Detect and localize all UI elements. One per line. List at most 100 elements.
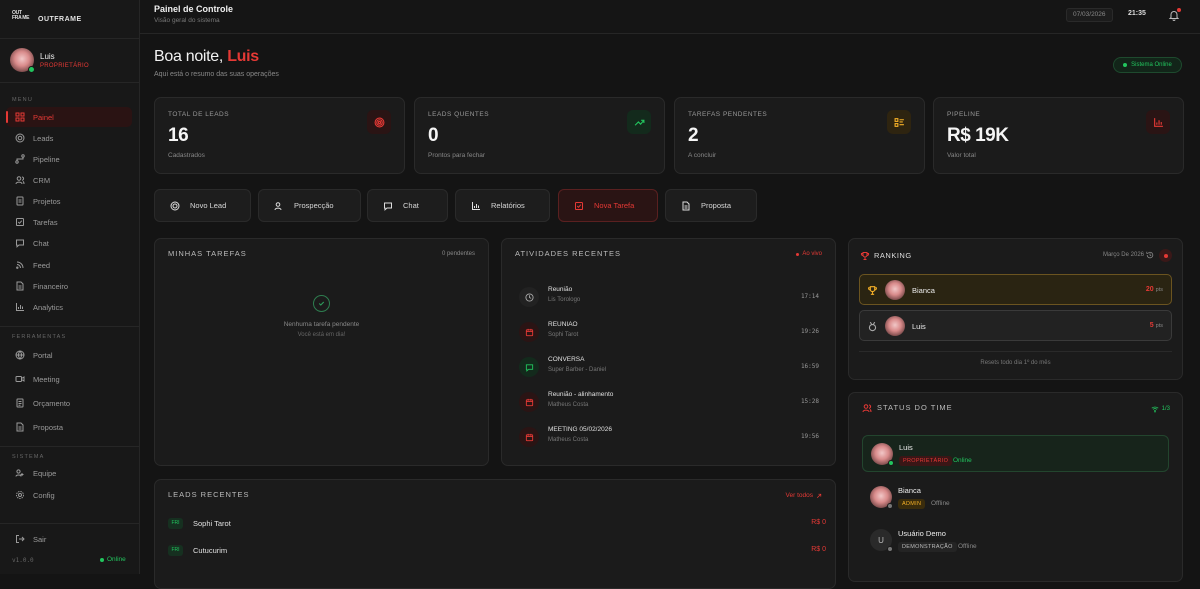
quick-action-proposal[interactable]: Proposta [665, 189, 757, 222]
date-display: 07/03/2026 [1066, 8, 1113, 22]
ranking-action-button[interactable] [1159, 249, 1172, 262]
ranking-panel: RANKING Março De 2026 Bianca 20 pts Luis… [848, 238, 1183, 380]
view-all-link[interactable]: Ver todos [786, 492, 822, 499]
check-circle-icon [313, 295, 330, 312]
greeting-name: Luis [227, 48, 259, 65]
system-section-label: SISTEMA [12, 454, 45, 460]
stat-card-pipeline[interactable]: PIPELINE R$ 19K Valor total [933, 97, 1184, 174]
bar-chart-icon [15, 302, 25, 312]
stat-card-total-leads[interactable]: TOTAL DE LEADS 16 Cadastrados [154, 97, 405, 174]
team-member[interactable]: Bianca ADMIN Offline [862, 479, 1169, 516]
activity-time: 15:28 [800, 398, 819, 405]
lead-row[interactable]: FRI Sophi Tarot R$ 0 [168, 515, 826, 535]
quick-action-label: Chat [403, 201, 419, 210]
sidebar-item-config[interactable]: Config [6, 485, 132, 505]
quick-action-label: Proposta [701, 201, 732, 210]
ranking-points: 5 pts [1150, 322, 1163, 329]
trophy-icon [867, 285, 878, 296]
sidebar-item-label: Analytics [33, 302, 64, 312]
sidebar-item-label: Pipeline [33, 154, 60, 164]
activities-panel: ATIVIDADES RECENTES Ao vivo Reunião Lis … [501, 238, 836, 466]
sidebar-item-portal[interactable]: Portal [6, 345, 132, 365]
sidebar-item-equipe[interactable]: Equipe [6, 463, 132, 483]
checklist-icon [887, 110, 911, 134]
sidebar: OUT FRA ME OUTFRAME Luis PROPRIETÁRIO ME… [0, 0, 140, 574]
lead-value: R$ 0 [811, 519, 826, 526]
sidebar-item-label: Meeting [33, 374, 60, 384]
logout-button[interactable]: Sair [6, 529, 132, 549]
sidebar-item-label: Leads [33, 133, 54, 143]
stat-label: PIPELINE [947, 111, 981, 118]
sidebar-item-label: Orçamento [33, 398, 71, 408]
sidebar-item-label: CRM [33, 175, 51, 185]
trending-up-icon [627, 110, 651, 134]
lead-row[interactable]: FRI Cutucurim R$ 0 [168, 542, 826, 562]
ranking-item[interactable]: Luis 5 pts [859, 310, 1172, 341]
activity-item[interactable]: CONVERSA Super Barber - Daniel 16:59 [519, 354, 819, 380]
sidebar-item-tarefas[interactable]: Tarefas [6, 212, 132, 232]
sidebar-item-chat[interactable]: Chat [6, 233, 132, 253]
lead-name: Cutucurim [193, 546, 228, 555]
ranking-title: RANKING [874, 251, 912, 260]
trophy-icon [860, 251, 870, 261]
notifications-button[interactable] [1168, 8, 1181, 21]
user-name: Luis [40, 51, 55, 61]
sidebar-item-proposta[interactable]: Proposta [6, 417, 132, 437]
stat-card-pending-tasks[interactable]: TAREFAS PENDENTES 2 A concluir [674, 97, 925, 174]
calendar-icon [519, 392, 539, 412]
quick-action-chat[interactable]: Chat [367, 189, 448, 222]
sidebar-item-meeting[interactable]: Meeting [6, 369, 132, 389]
user-profile[interactable]: Luis PROPRIETÁRIO [10, 48, 89, 73]
quick-action-prospecting[interactable]: Prospecção [258, 189, 361, 222]
sidebar-item-pipeline[interactable]: Pipeline [6, 149, 132, 169]
team-member[interactable]: U Usuário Demo DEMONSTRAÇÃO Offline [862, 522, 1169, 559]
stat-card-hot-leads[interactable]: LEADS QUENTES 0 Prontos para fechar [414, 97, 665, 174]
users-icon [15, 175, 25, 185]
document-icon [15, 422, 25, 432]
document-icon [681, 201, 691, 211]
stat-value: R$ 19K [947, 125, 1009, 146]
globe-icon [15, 350, 25, 360]
history-icon[interactable] [1146, 251, 1154, 259]
avatar [10, 48, 35, 73]
online-dot [28, 66, 35, 73]
team-online-count: 1/3 [1151, 405, 1170, 413]
activity-item[interactable]: MEETING 05/02/2026 Matheus Costa 19:56 [519, 424, 819, 450]
sidebar-item-financeiro[interactable]: Financeiro [6, 276, 132, 296]
greeting: Boa noite, Luis [154, 48, 259, 66]
activity-item[interactable]: Reunião Lis Torologo 17:14 [519, 284, 819, 310]
checklist-icon [574, 201, 584, 211]
team-member[interactable]: Luis PROPRIETÁRIO Online [862, 435, 1169, 472]
page-subtitle: Visão geral do sistema [154, 17, 220, 24]
sidebar-item-projetos[interactable]: Projetos [6, 191, 132, 211]
sidebar-item-orcamento[interactable]: Orçamento [6, 393, 132, 413]
target-icon [170, 201, 180, 211]
sidebar-item-crm[interactable]: CRM [6, 170, 132, 190]
member-status: Online [953, 457, 972, 464]
sidebar-item-label: Portal [33, 350, 53, 360]
target-icon [367, 110, 391, 134]
system-status-label: Sistema Online [1131, 62, 1172, 68]
brand-logo[interactable]: OUT FRA ME OUTFRAME [12, 11, 82, 27]
quick-action-new-task[interactable]: Nova Tarefa [558, 189, 658, 222]
activity-item[interactable]: REUNIAO Sophi Tarot 19:26 [519, 319, 819, 345]
quick-action-reports[interactable]: Relatórios [455, 189, 550, 222]
version-label: v1.0.0 [12, 557, 34, 564]
team-title: STATUS DO TIME [877, 403, 953, 412]
folder-icon [15, 196, 25, 206]
ranking-item[interactable]: Bianca 20 pts [859, 274, 1172, 305]
sidebar-item-leads[interactable]: Leads [6, 128, 132, 148]
avatar [871, 443, 894, 466]
logo-mark: OUT FRA ME [12, 10, 30, 21]
bar-chart-icon [471, 201, 481, 211]
sidebar-item-painel[interactable]: Painel [6, 107, 132, 127]
sidebar-item-analytics[interactable]: Analytics [6, 297, 132, 317]
stat-value: 16 [168, 125, 189, 146]
logout-icon [15, 534, 25, 544]
status-dot [887, 503, 893, 509]
activity-item[interactable]: Reunião - alinhamento Matheus Costa 15:2… [519, 389, 819, 415]
sidebar-item-feed[interactable]: Feed [6, 255, 132, 275]
stat-sub: Cadastrados [168, 152, 205, 159]
quick-action-new-lead[interactable]: Novo Lead [154, 189, 251, 222]
live-label: Ao vivo [802, 251, 822, 257]
